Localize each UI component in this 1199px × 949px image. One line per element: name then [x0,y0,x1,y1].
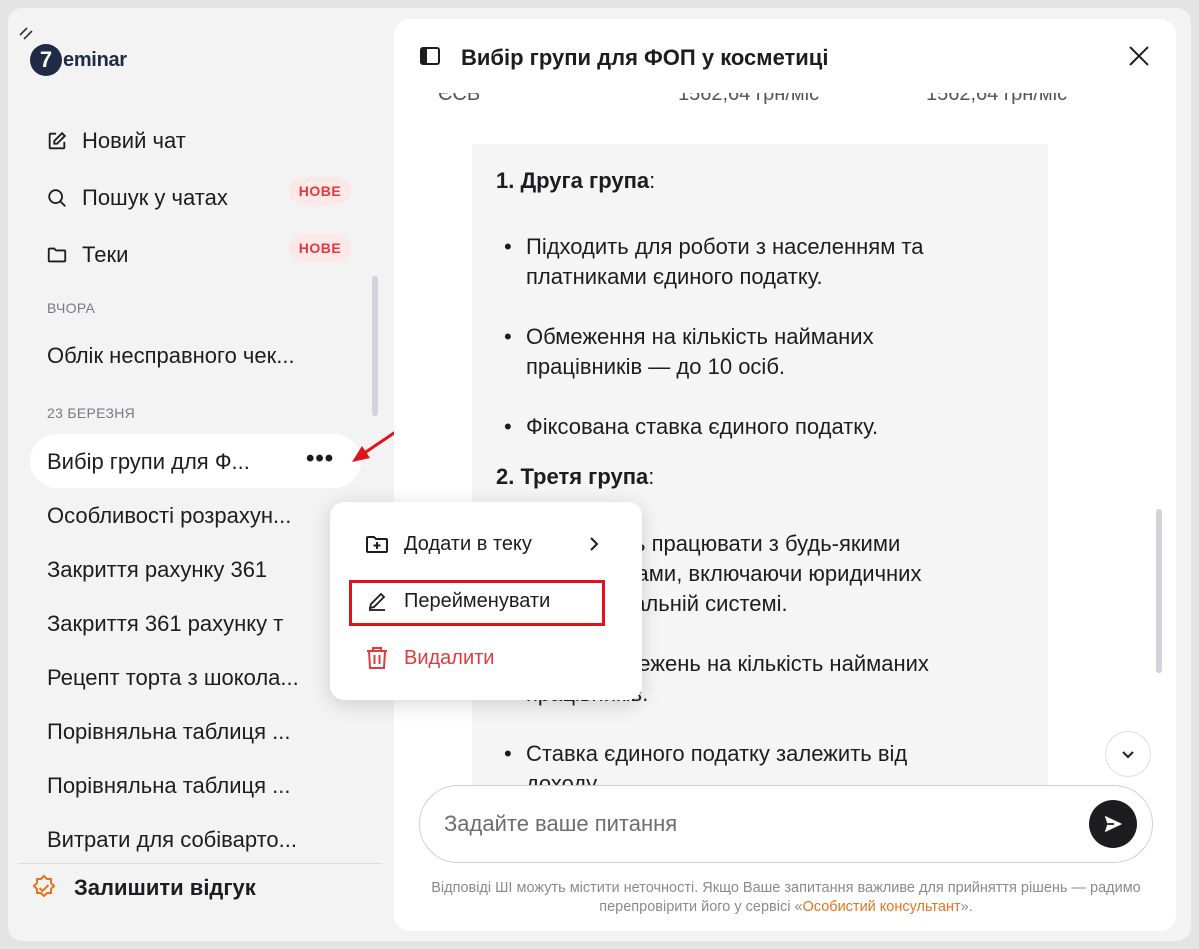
sidebar: 7 eminar Новий чат Пошук у чатах НОВЕ Те… [8,8,423,941]
logo[interactable]: 7 eminar [30,44,127,76]
section-march-23: 23 БЕРЕЗНЯ [47,405,136,421]
send-icon [1104,815,1123,833]
chat-item[interactable]: Закриття 361 рахунку т [47,611,283,637]
delete-label: Видалити [404,646,495,669]
feedback-label: Залишити відгук [74,875,256,900]
folders-button[interactable]: Теки [46,239,128,271]
composer: Відповіді ШІ можуть містити неточності. … [394,785,1176,931]
sidebar-toggle-icon[interactable] [420,47,440,65]
sidebar-divider [18,863,382,864]
section-yesterday: ВЧОРА [47,300,96,316]
new-badge-search: НОВЕ [289,177,351,205]
chat-item[interactable]: Облік несправного чек... [47,343,295,369]
app-window: 7 eminar Новий чат Пошук у чатах НОВЕ Те… [8,8,1191,941]
list-item: Фіксована ставка єдиного податку. [504,412,878,442]
group3-heading: 2. Третя група: [496,464,655,489]
edit-icon [48,131,67,150]
badge-check-icon [32,874,56,898]
new-badge-folders: НОВЕ [289,234,351,262]
trash-icon [367,647,387,669]
chat-item[interactable]: Витрати для собіварто... [47,827,297,853]
menu-item-delete[interactable]: Видалити [364,645,494,671]
chat-item[interactable]: Порівняльна таблиця ... [47,773,290,799]
search-chats-label: Пошук у чатах [82,185,228,210]
chat-title: Вибір групи для ФОП у косметиці [461,45,829,70]
chat-item[interactable]: Особливості розрахун... [47,503,291,529]
new-chat-label: Новий чат [82,128,186,153]
send-button[interactable] [1089,800,1137,848]
list-item: Підходить для роботи з населенням таплат… [504,232,923,292]
new-chat-button[interactable]: Новий чат [46,125,186,157]
chevron-right-icon [590,537,599,551]
answer-block: 1. Друга група: Підходить для роботи з н… [472,144,1048,804]
collapse-sidebar-icon[interactable] [18,26,34,42]
logo-text: eminar [63,48,127,71]
leave-feedback-button[interactable]: Залишити відгук [30,874,256,902]
ai-disclaimer: Відповіді ШІ можуть містити неточності. … [431,880,1141,915]
group2-heading: 1. Друга група: [496,168,656,193]
search-chats-button[interactable]: Пошук у чатах [46,182,228,214]
pencil-icon [368,592,386,611]
chat-item[interactable]: Порівняльна таблиця ... [47,719,290,745]
chevron-down-icon [1122,751,1134,759]
personal-consultant-link[interactable]: Особистий консультант [803,899,961,915]
folders-label: Теки [82,242,129,267]
list-item: Обмеження на кількість найманихпрацівник… [504,322,874,382]
chat-panel: Вибір групи для ФОП у косметиці ЄСВ 1562… [394,19,1176,931]
folder-plus-icon [366,536,388,553]
scroll-down-button[interactable] [1105,731,1151,777]
folder-icon [47,247,67,263]
search-icon [48,189,66,207]
sidebar-scrollbar[interactable] [372,276,378,416]
logo-mark: 7 [30,44,62,76]
menu-item-add-to-folder[interactable]: Додати в теку [364,531,532,557]
chat-item[interactable]: Рецепт торта з шокола... [47,665,299,691]
chat-item[interactable]: Закриття рахунку 361 [47,557,267,583]
rename-label: Перейменувати [404,589,551,612]
chat-scrollbar[interactable] [1156,509,1162,673]
chat-header: Вибір групи для ФОП у косметиці [394,19,1176,93]
close-icon[interactable] [1128,45,1150,67]
chat-item-active-label[interactable]: Вибір групи для Ф... [47,449,250,475]
add-to-folder-label: Додати в теку [404,532,532,555]
chat-context-menu: Додати в теку Перейменувати Видалити [330,502,642,700]
more-options-button[interactable]: ••• [306,447,334,471]
question-input[interactable] [419,785,1153,863]
menu-item-rename[interactable]: Перейменувати [364,588,550,614]
